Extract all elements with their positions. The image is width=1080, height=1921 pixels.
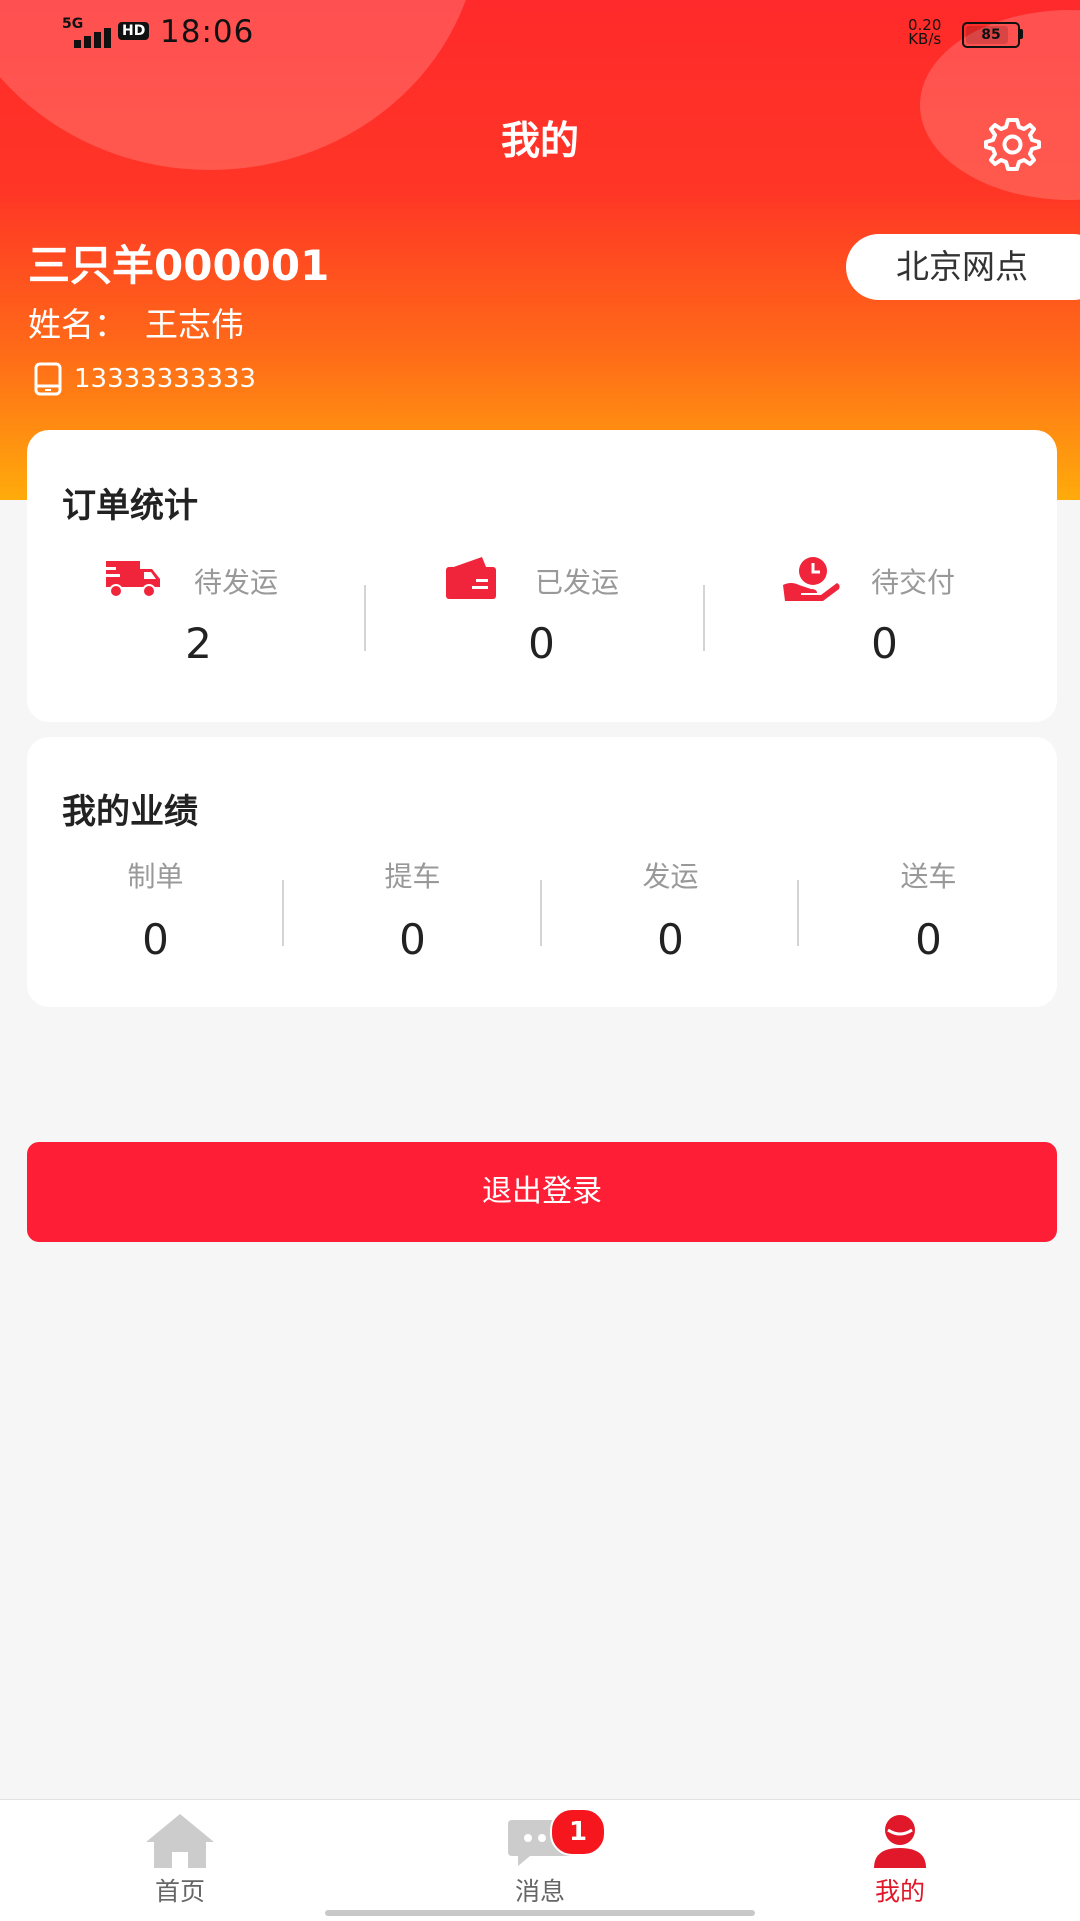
network-speed: 0.20 KB/s xyxy=(908,18,942,48)
phone-row: 13333333333 xyxy=(34,362,256,396)
tab-messages[interactable]: 消息 xyxy=(440,1812,640,1912)
divider xyxy=(364,585,366,651)
battery-tip xyxy=(1019,29,1023,39)
stat-pending-shipment[interactable]: 待发运 2 xyxy=(27,555,370,695)
network-type: 5G xyxy=(62,16,84,32)
perf-value: 0 xyxy=(657,915,684,964)
home-icon xyxy=(146,1814,214,1868)
company-name: 三只羊000001 xyxy=(28,241,330,290)
performance-card: 我的业绩 制单 0 提车 0 发运 0 送车 0 xyxy=(27,737,1057,1007)
tab-label: 消息 xyxy=(514,1877,565,1906)
user-name: 王志伟 xyxy=(145,305,244,344)
branch-badge[interactable]: 北京网点 xyxy=(846,234,1080,300)
perf-item-orders[interactable]: 制单 0 xyxy=(27,855,284,975)
gear-icon[interactable] xyxy=(982,114,1042,174)
stat-value: 0 xyxy=(871,619,898,668)
divider xyxy=(797,880,799,946)
home-indicator[interactable] xyxy=(325,1910,755,1916)
battery-level: 85 xyxy=(981,27,1001,43)
order-stats-title: 订单统计 xyxy=(62,486,198,526)
perf-label: 发运 xyxy=(642,860,699,893)
perf-item-shipment[interactable]: 发运 0 xyxy=(542,855,799,975)
perf-label: 制单 xyxy=(127,860,184,893)
perf-value: 0 xyxy=(915,915,942,964)
bottom-tab-bar: 首页 消息 我的 xyxy=(0,1799,1080,1921)
stat-value: 0 xyxy=(528,619,555,668)
divider xyxy=(703,585,705,651)
name-label: 姓名： xyxy=(28,305,127,344)
stat-label: 已发运 xyxy=(535,566,620,599)
tab-label: 我的 xyxy=(874,1877,925,1906)
tab-profile[interactable]: 我的 xyxy=(800,1812,1000,1912)
user-name-row: 姓名： 王志伟 xyxy=(28,298,244,346)
stat-label: 待交付 xyxy=(871,566,956,599)
order-stats-card: 订单统计 待发运 2 已发运 0 待交付 0 xyxy=(27,430,1057,722)
perf-value: 0 xyxy=(142,915,169,964)
perf-label: 送车 xyxy=(900,860,957,893)
phone-icon xyxy=(34,362,62,396)
stat-pending-delivery[interactable]: 待交付 0 xyxy=(713,555,1056,695)
phone-number: 13333333333 xyxy=(74,364,256,394)
hd-badge: HD xyxy=(118,22,150,40)
page-title: 我的 xyxy=(500,119,579,164)
status-bar: 5G HD 18:06 0.20 KB/s 85 xyxy=(0,0,1080,64)
perf-item-delivery[interactable]: 送车 0 xyxy=(800,855,1057,975)
perf-label: 提车 xyxy=(384,860,441,893)
tab-home[interactable]: 首页 xyxy=(80,1812,280,1912)
stat-label: 待发运 xyxy=(194,566,279,599)
battery-icon: 85 xyxy=(962,22,1020,48)
logout-button[interactable]: 退出登录 xyxy=(27,1142,1057,1242)
performance-title: 我的业绩 xyxy=(62,792,198,832)
signal-icon: 5G xyxy=(62,16,114,48)
tab-label: 首页 xyxy=(154,1877,205,1906)
truck-icon xyxy=(102,561,160,598)
speed-unit: KB/s xyxy=(908,30,942,48)
stat-shipped[interactable]: 已发运 0 xyxy=(370,555,713,695)
user-icon xyxy=(874,1815,926,1868)
perf-value: 0 xyxy=(399,915,426,964)
message-badge: 1 xyxy=(550,1808,606,1856)
clock-hand-icon xyxy=(783,557,840,601)
status-time: 18:06 xyxy=(160,14,255,50)
perf-item-pickup[interactable]: 提车 0 xyxy=(284,855,541,975)
wallet-icon xyxy=(446,557,496,599)
stat-value: 2 xyxy=(185,619,212,668)
